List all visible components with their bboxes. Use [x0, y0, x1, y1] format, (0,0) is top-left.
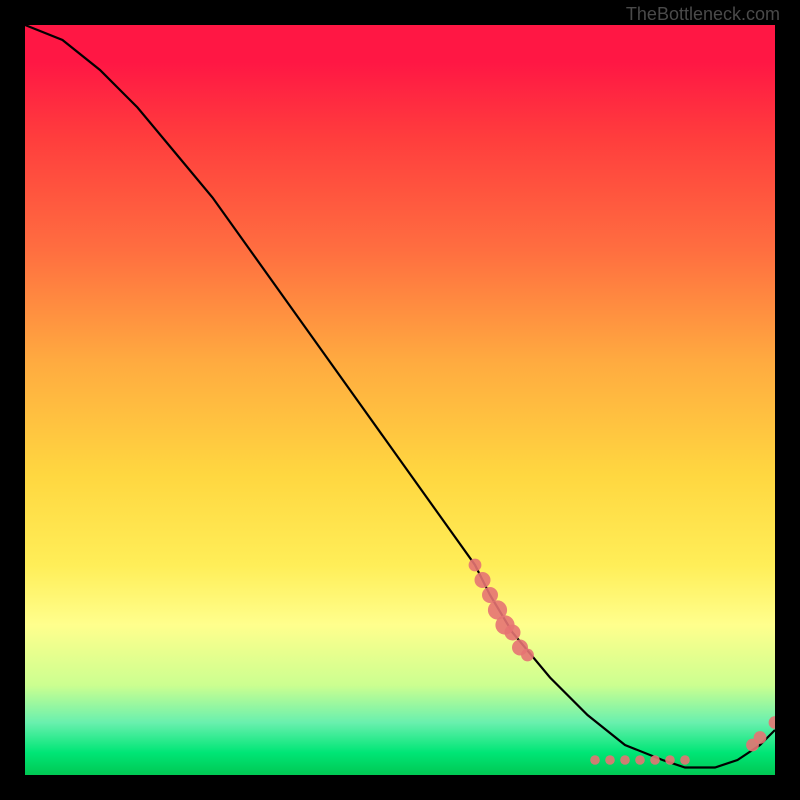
chart-svg-layer [25, 25, 775, 775]
chart-marker [521, 649, 534, 662]
chart-marker [469, 559, 482, 572]
watermark-text: TheBottleneck.com [626, 4, 780, 25]
chart-marker [635, 755, 645, 765]
chart-marker [505, 625, 521, 641]
chart-marker [665, 755, 675, 765]
chart-plot-area [25, 25, 775, 775]
chart-markers [469, 559, 775, 765]
chart-marker [590, 755, 600, 765]
chart-marker [650, 755, 660, 765]
chart-marker [680, 755, 690, 765]
chart-marker [769, 716, 775, 729]
chart-marker [475, 572, 491, 588]
chart-marker [605, 755, 615, 765]
bottleneck-curve-line [25, 25, 775, 768]
chart-marker [620, 755, 630, 765]
chart-marker [754, 731, 767, 744]
